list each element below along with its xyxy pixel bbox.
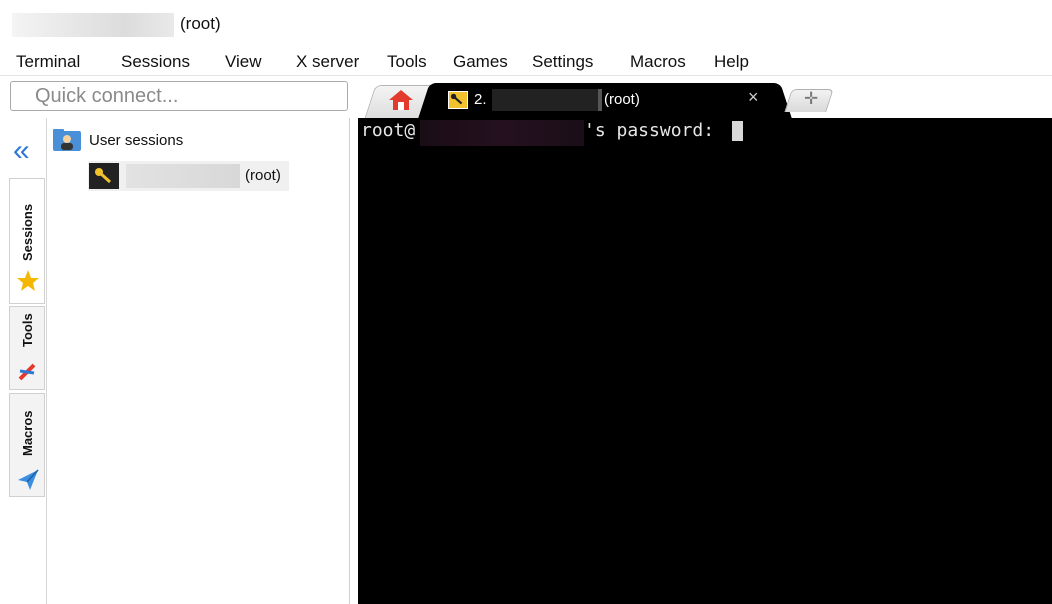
plus-icon[interactable]: ✛ <box>804 89 818 109</box>
star-icon <box>17 270 39 291</box>
quick-connect-box <box>10 81 348 111</box>
tools-icon <box>18 363 36 381</box>
quick-connect-input[interactable] <box>33 82 337 110</box>
window-title: (root) <box>180 14 221 33</box>
menu-sessions[interactable]: Sessions <box>121 52 190 72</box>
home-icon[interactable] <box>388 89 414 111</box>
menu-tools[interactable]: Tools <box>387 52 427 72</box>
menu-terminal[interactable]: Terminal <box>16 52 80 72</box>
sidebar-tab-tools[interactable]: Tools <box>9 306 45 390</box>
user-sessions-folder[interactable]: User sessions <box>89 132 183 149</box>
sidebar-tab-macros[interactable]: Macros <box>9 393 45 497</box>
tab-strip: 2. (root) × ✛ <box>358 81 1052 118</box>
menu-bar: Terminal Sessions View X server Tools Ga… <box>0 48 1052 76</box>
sidebar-tab-macros-label: Macros <box>20 410 35 456</box>
redacted-session-host <box>126 164 240 188</box>
user-sessions-folder-icon <box>53 129 81 151</box>
tab-title-suffix: (root) <box>604 91 640 108</box>
title-bar: (root) <box>0 0 1052 46</box>
close-tab-icon[interactable]: × <box>748 87 759 108</box>
collapse-sidebar-icon[interactable]: « <box>13 136 30 166</box>
paper-plane-icon <box>18 469 39 490</box>
ssh-key-icon <box>89 163 119 189</box>
menu-macros[interactable]: Macros <box>630 52 686 72</box>
session-user-label: (root) <box>245 167 281 184</box>
tab-number: 2. <box>474 91 487 108</box>
sidebar-tab-sessions-label: Sessions <box>20 203 35 261</box>
ssh-key-icon <box>448 91 468 109</box>
redacted-tab-host-edge <box>598 89 602 111</box>
terminal-password-prompt: 's password: <box>584 120 725 141</box>
menu-games[interactable]: Games <box>453 52 508 72</box>
terminal-prompt-user: root@ <box>361 120 416 141</box>
side-tab-bar: « Sessions Tools Macros <box>9 118 47 604</box>
redacted-tab-host <box>492 89 598 111</box>
redacted-hostname <box>12 13 174 37</box>
sidebar-tab-tools-label: Tools <box>20 313 35 347</box>
redacted-terminal-host <box>420 120 584 146</box>
sidebar-tab-sessions[interactable]: Sessions <box>9 178 45 304</box>
menu-view[interactable]: View <box>225 52 262 72</box>
menu-settings[interactable]: Settings <box>532 52 593 72</box>
terminal-cursor <box>732 121 743 141</box>
session-item[interactable]: (root) <box>88 161 289 191</box>
menu-help[interactable]: Help <box>714 52 749 72</box>
sessions-panel: User sessions (root) <box>46 118 350 604</box>
menu-x-server[interactable]: X server <box>296 52 359 72</box>
terminal-view[interactable]: root@ 's password: <box>358 118 1052 604</box>
